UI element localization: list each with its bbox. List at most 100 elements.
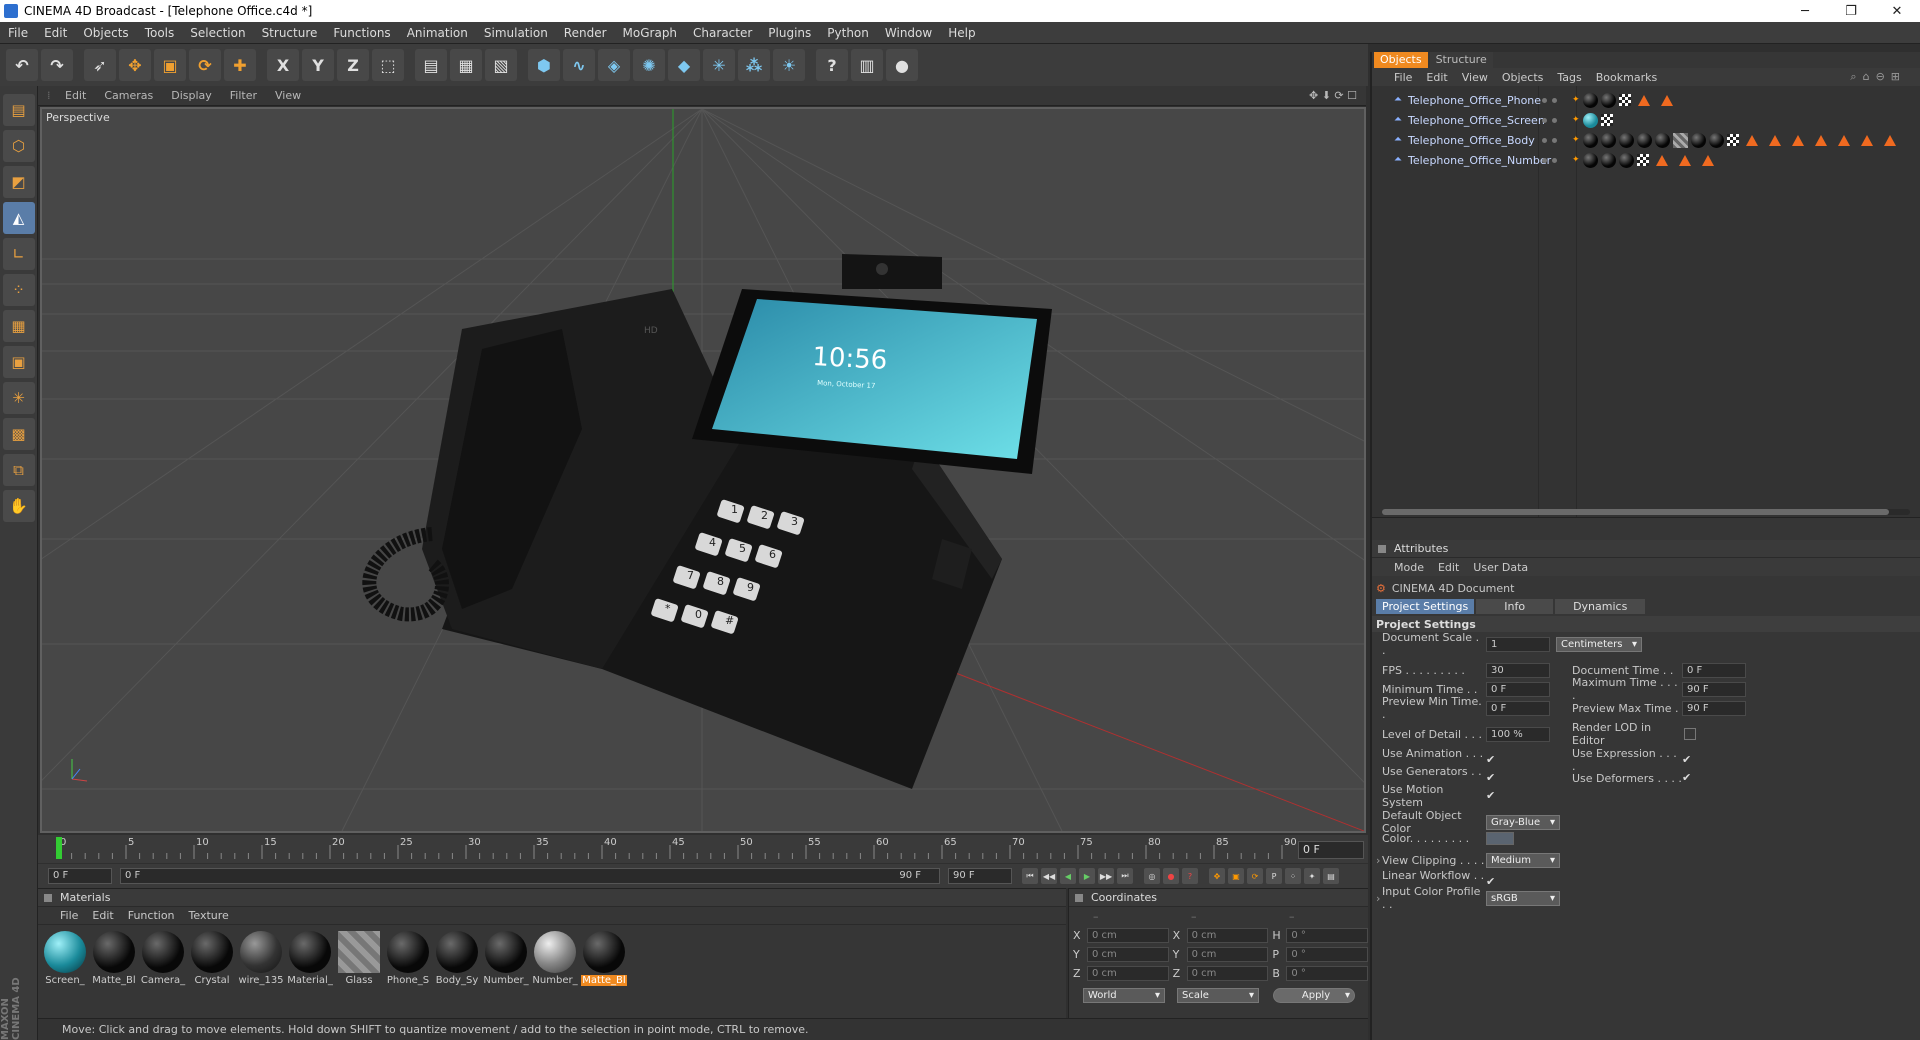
go-to-start-icon[interactable]: ⏮	[1022, 868, 1038, 884]
menu-animation[interactable]: Animation	[399, 26, 476, 40]
render-view-icon[interactable]: ▤	[415, 49, 447, 81]
object-row[interactable]: ⏶ Telephone_Office_Number ✦	[1372, 150, 1920, 170]
view-layout-icon[interactable]: ▤	[2, 94, 35, 126]
material-tag-icon[interactable]	[1708, 132, 1724, 148]
snap-icon[interactable]: ▩	[2, 418, 35, 450]
material-name[interactable]: Crystal	[189, 975, 235, 986]
next-key-icon[interactable]: ▶▶	[1098, 868, 1114, 884]
tab-dynamics[interactable]: Dynamics	[1555, 598, 1646, 614]
tab-info[interactable]: Info	[1476, 598, 1554, 614]
deformer-icon[interactable]: ◆	[668, 49, 700, 81]
move-icon[interactable]: ✥	[119, 49, 151, 81]
help-icon[interactable]: ?	[816, 49, 848, 81]
color-swatch[interactable]	[1486, 831, 1514, 845]
coordinate-system-dropdown[interactable]: World	[1083, 988, 1165, 1003]
use-animation-checkbox[interactable]: ✔	[1486, 754, 1498, 766]
object-row[interactable]: ⏶ Telephone_Office_Phone ✦	[1372, 90, 1920, 110]
coordinate-field[interactable]: 0 cm	[1086, 966, 1169, 981]
use-deformers-checkbox[interactable]: ✔	[1682, 772, 1694, 784]
scrollbar-thumb[interactable]	[1382, 509, 1889, 515]
menu-simulation[interactable]: Simulation	[476, 26, 556, 40]
size-mode-dropdown[interactable]: Scale	[1177, 988, 1259, 1003]
attributes-menu-user-data[interactable]: User Data	[1473, 561, 1542, 574]
visibility-dots[interactable]	[1532, 117, 1568, 123]
phong-tag-icon[interactable]: ✦	[1572, 115, 1580, 125]
position-key-icon[interactable]: ✥	[1209, 868, 1225, 884]
objects-menu-edit[interactable]: Edit	[1426, 71, 1461, 84]
materials-menu-texture[interactable]: Texture	[189, 909, 243, 922]
menu-tools[interactable]: Tools	[137, 26, 183, 40]
current-frame-field[interactable]: 0 F	[1298, 841, 1364, 859]
material-tag-icon[interactable]	[1582, 152, 1598, 168]
material-tag-icon[interactable]	[1600, 132, 1616, 148]
light-icon[interactable]: ☀	[773, 49, 805, 81]
warning-tag-icon[interactable]	[1883, 134, 1896, 146]
material-preview[interactable]	[240, 931, 282, 973]
material-preview[interactable]	[142, 931, 184, 973]
coordinate-field[interactable]: 0 °	[1286, 928, 1369, 943]
material-item[interactable]: Material_	[287, 931, 333, 986]
material-item[interactable]: Number_	[483, 931, 529, 986]
coordinate-field[interactable]: 0 °	[1286, 947, 1369, 962]
tab-objects[interactable]: Objects	[1374, 52, 1428, 68]
menu-python[interactable]: Python	[819, 26, 877, 40]
record-icon[interactable]: ●	[886, 49, 918, 81]
scene-icon[interactable]: ✳	[703, 49, 735, 81]
material-tag-icon[interactable]	[1582, 92, 1598, 108]
redo-icon[interactable]: ↷	[41, 49, 73, 81]
menu-file[interactable]: File	[0, 26, 36, 40]
warning-tag-icon[interactable]	[1745, 134, 1758, 146]
document-time-field[interactable]: 0 F	[1682, 662, 1746, 678]
maximize-button[interactable]: ❐	[1828, 4, 1874, 19]
menu-objects[interactable]: Objects	[75, 26, 136, 40]
material-preview[interactable]	[534, 931, 576, 973]
warning-tag-icon[interactable]	[1837, 134, 1850, 146]
use-motion-checkbox[interactable]: ✔	[1486, 790, 1498, 802]
frame-range-slider[interactable]: 0 F 90 F	[120, 868, 940, 884]
menu-window[interactable]: Window	[877, 26, 940, 40]
fps-field[interactable]: 30	[1486, 662, 1550, 678]
material-tag-icon[interactable]	[1636, 154, 1649, 166]
model-mode-icon[interactable]: ⬡	[2, 130, 35, 162]
material-name[interactable]: Number_	[532, 975, 578, 986]
warning-tag-icon[interactable]	[1637, 94, 1650, 106]
texture-mode-icon[interactable]: ◩	[2, 166, 35, 198]
render-lod-checkbox[interactable]	[1684, 728, 1696, 740]
rotate-icon[interactable]: ⟳	[189, 49, 221, 81]
material-preview[interactable]	[289, 931, 331, 973]
viewport-nav-icons[interactable]: ✥ ⬇ ⟳ ☐	[1300, 89, 1366, 102]
material-name[interactable]: Glass	[336, 975, 382, 986]
max-time-field[interactable]: 90 F	[1682, 681, 1746, 697]
menu-plugins[interactable]: Plugins	[760, 26, 819, 40]
use-generators-checkbox[interactable]: ✔	[1486, 772, 1498, 784]
attributes-menu-edit[interactable]: Edit	[1438, 561, 1473, 574]
param-key-icon[interactable]: P	[1266, 868, 1282, 884]
material-preview[interactable]	[436, 931, 478, 973]
material-item[interactable]: wire_135	[238, 931, 284, 986]
menu-edit[interactable]: Edit	[36, 26, 75, 40]
coordinate-field[interactable]: 0 cm	[1186, 947, 1269, 962]
document-scale-field[interactable]: 1	[1486, 636, 1550, 652]
menu-render[interactable]: Render	[556, 26, 615, 40]
material-tag-icon[interactable]	[1618, 94, 1631, 106]
warning-tag-icon[interactable]	[1655, 154, 1668, 166]
phong-tag-icon[interactable]: ✦	[1572, 95, 1580, 105]
visibility-dots[interactable]	[1532, 157, 1568, 163]
attributes-menu-mode[interactable]: Mode	[1394, 561, 1438, 574]
material-preview[interactable]	[191, 931, 233, 973]
material-tag-icon[interactable]	[1582, 132, 1598, 148]
menu-help[interactable]: Help	[940, 26, 983, 40]
pla-key-icon[interactable]: ⁘	[1285, 868, 1301, 884]
menu-functions[interactable]: Functions	[325, 26, 398, 40]
perspective-viewport[interactable]: Perspective 10:56 Mon, October 17 HD 1 2…	[40, 107, 1366, 833]
go-to-end-icon[interactable]: ⏭	[1117, 868, 1133, 884]
view-clipping-dropdown[interactable]: Medium	[1486, 852, 1560, 868]
cube-icon[interactable]: ⬢	[528, 49, 560, 81]
z-axis-icon[interactable]: Z	[337, 49, 369, 81]
warning-tag-icon[interactable]	[1791, 134, 1804, 146]
material-tag-icon[interactable]	[1600, 114, 1613, 126]
object-list[interactable]: ⏶ Telephone_Office_Phone ✦ ⏶ Telephone_Offic…	[1372, 86, 1920, 518]
viewport-menu-edit[interactable]: Edit	[56, 89, 95, 102]
menu-mograph[interactable]: MoGraph	[615, 26, 686, 40]
material-preview[interactable]	[338, 931, 380, 973]
